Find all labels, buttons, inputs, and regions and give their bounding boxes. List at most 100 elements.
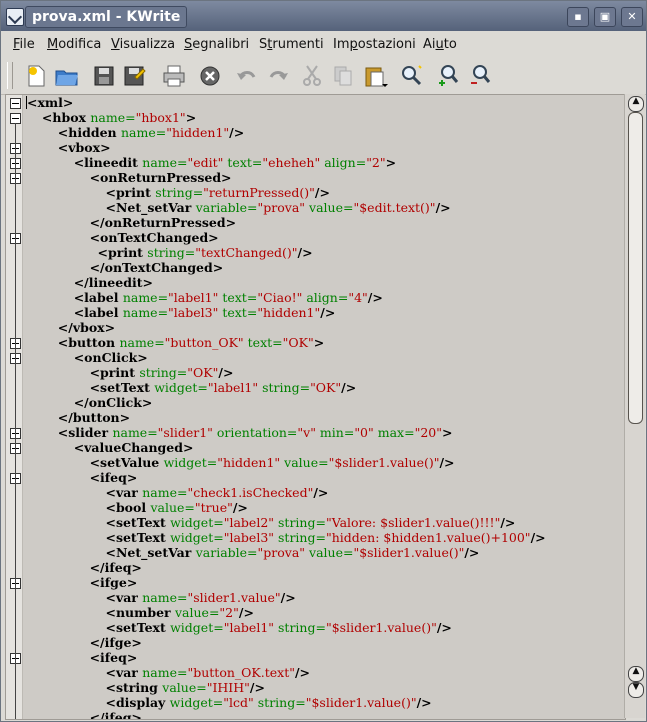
xml-tag: <display xyxy=(105,695,170,710)
code-line: </ifeq> xyxy=(26,710,546,719)
xml-value: "2" xyxy=(366,155,386,170)
xml-value: "hidden1" xyxy=(257,305,321,320)
code-line: <ifeq> xyxy=(26,650,546,665)
xml-value: "$edit.text()" xyxy=(353,200,436,215)
folding-gutter[interactable] xyxy=(6,95,23,719)
find-icon[interactable] xyxy=(399,63,425,89)
open-folder-icon[interactable] xyxy=(54,63,80,89)
code-line: <var name="slider1.value"/> xyxy=(26,590,546,605)
xml-tag: <var xyxy=(105,485,143,500)
cut-icon[interactable] xyxy=(299,63,325,89)
save-as-icon[interactable] xyxy=(121,63,147,89)
scroll-up-top-icon[interactable]: ▲ xyxy=(628,96,644,112)
code-line: <button name="button_OK" text="OK"> xyxy=(26,335,546,350)
fold-toggle-icon[interactable] xyxy=(10,98,21,109)
xml-tag: /> xyxy=(416,695,432,710)
xml-attribute: align= xyxy=(302,290,349,305)
zoom-out-icon[interactable] xyxy=(467,63,493,89)
xml-tag: /> xyxy=(530,530,546,545)
menu-file[interactable]: File xyxy=(13,37,35,52)
xml-value: "OK" xyxy=(282,335,314,350)
xml-tag: <onClick> xyxy=(73,350,148,365)
code-line: <bool value="true"/> xyxy=(26,500,546,515)
redo-icon[interactable] xyxy=(265,63,291,89)
code-line: <hbox name="hbox1"> xyxy=(26,110,546,125)
xml-tag: </ifeq> xyxy=(89,560,142,575)
xml-tag: <var xyxy=(105,590,143,605)
code-line: <valueChanged> xyxy=(26,440,546,455)
xml-tag: <setText xyxy=(89,380,155,395)
xml-value: "button_OK" xyxy=(164,335,244,350)
xml-tag: <onTextChanged> xyxy=(89,230,219,245)
title-bar[interactable]: prova.xml - KWrite ▪ ▣ ✕ xyxy=(1,1,646,31)
scroll-up-icon[interactable]: ▲ xyxy=(628,666,644,682)
menu-aiuto[interactable]: Aiuto xyxy=(423,37,457,52)
xml-attribute: name= xyxy=(142,485,188,500)
xml-tag: </lineedit> xyxy=(73,275,153,290)
window-title: prova.xml - KWrite xyxy=(25,6,188,28)
xml-tag: /> xyxy=(232,500,248,515)
xml-tag: > xyxy=(313,335,325,350)
save-icon[interactable] xyxy=(91,63,117,89)
xml-tag: <button xyxy=(57,335,120,350)
xml-tag: <print xyxy=(89,365,140,380)
xml-tag: <vbox> xyxy=(57,140,111,155)
zoom-in-icon[interactable] xyxy=(435,63,461,89)
new-file-icon[interactable] xyxy=(23,63,49,89)
print-icon[interactable] xyxy=(161,63,187,89)
scroll-down-icon[interactable]: ▼ xyxy=(628,682,644,698)
scrollbar-thumb[interactable] xyxy=(628,112,643,424)
xml-tag: /> xyxy=(320,305,336,320)
menu-impostazioni[interactable]: Impostazioni xyxy=(333,37,416,52)
menu-modifica[interactable]: Modifica xyxy=(47,37,101,52)
fold-line xyxy=(15,123,16,719)
xml-attribute: string= xyxy=(139,365,188,380)
copy-icon[interactable] xyxy=(330,63,356,89)
paste-icon[interactable] xyxy=(362,63,388,89)
code-line: <string value="IHIH"/> xyxy=(26,680,546,695)
xml-tag: /> xyxy=(436,620,452,635)
xml-tag: /> xyxy=(464,545,480,560)
app-icon[interactable] xyxy=(6,8,24,26)
vertical-scrollbar[interactable]: ▲ ▲ ▼ xyxy=(624,94,645,718)
xml-tag: /> xyxy=(341,380,357,395)
minimize-button[interactable]: ▪ xyxy=(567,7,589,27)
menu-segnalibri[interactable]: Segnalibri xyxy=(184,37,249,52)
toolbar-grip[interactable] xyxy=(7,62,13,89)
xml-tag: <string xyxy=(105,680,163,695)
xml-tag: </ifge> xyxy=(89,635,142,650)
xml-value: "true" xyxy=(194,500,233,515)
maximize-button[interactable]: ▣ xyxy=(594,7,616,27)
menu-strumenti[interactable]: Strumenti xyxy=(259,37,324,52)
code-line: <var name="button_OK.text"/> xyxy=(26,665,546,680)
code-line: <hidden name="hidden1"/> xyxy=(26,125,546,140)
code-line: <label name="label1" text="Ciao!" align=… xyxy=(26,290,546,305)
xml-value: "textChanged()" xyxy=(195,245,298,260)
undo-icon[interactable] xyxy=(234,63,260,89)
close-document-icon[interactable] xyxy=(197,63,223,89)
code-line: <setText widget="label3" string="hidden:… xyxy=(26,530,546,545)
xml-tag: /> xyxy=(439,455,455,470)
menu-visualizza[interactable]: Visualizza xyxy=(111,37,175,52)
text-editor[interactable]: <xml> <hbox name="hbox1"> <hidden name="… xyxy=(5,94,626,720)
xml-value: "eheheh" xyxy=(262,155,321,170)
xml-value: "label3" xyxy=(223,530,275,545)
code-line: <onReturnPressed> xyxy=(26,170,546,185)
xml-tag: <ifge> xyxy=(89,575,138,590)
code-area[interactable]: <xml> <hbox name="hbox1"> <hidden name="… xyxy=(26,95,546,719)
close-window-button[interactable]: ✕ xyxy=(621,7,643,27)
xml-value: "label1" xyxy=(207,380,259,395)
xml-tag: /> xyxy=(435,200,451,215)
xml-attribute: name= xyxy=(142,665,188,680)
xml-attribute: value= xyxy=(174,605,220,620)
